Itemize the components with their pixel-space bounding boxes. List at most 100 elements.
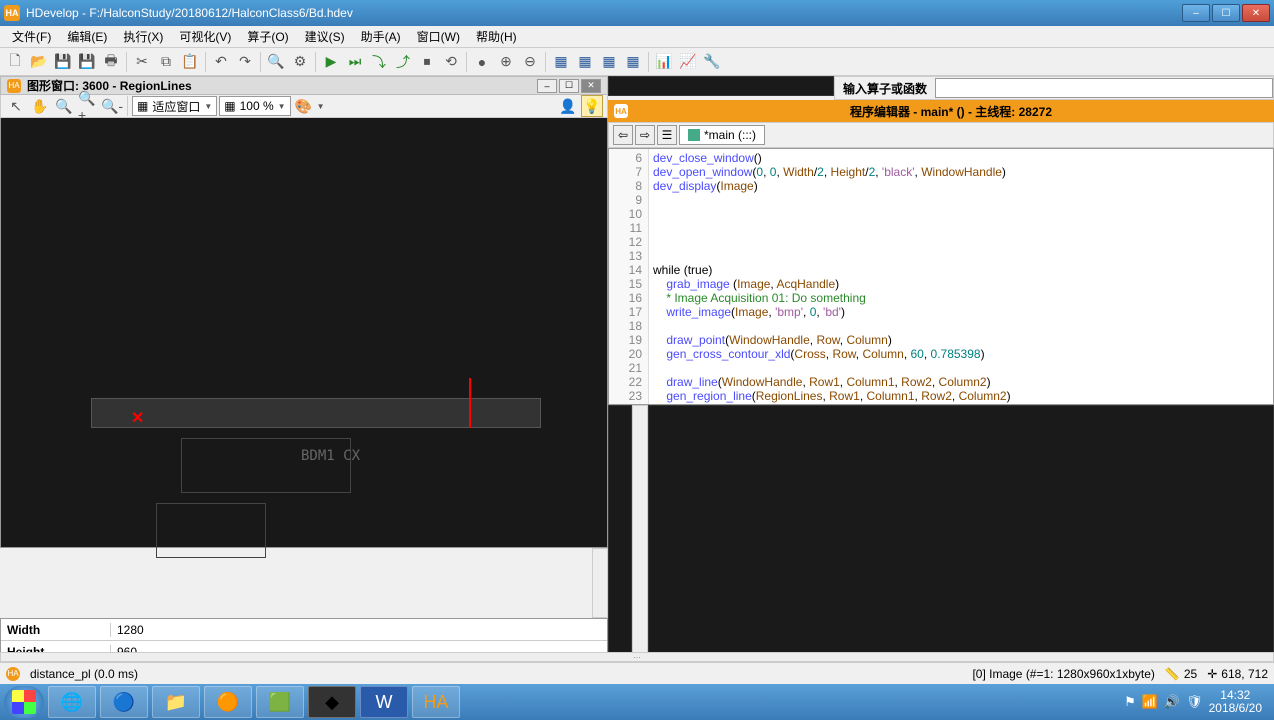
taskbar-item-word[interactable]: W — [360, 686, 408, 718]
editor-toolbar: ⇦ ⇨ ☰ *main (:::) — [608, 122, 1274, 148]
menu-visualize[interactable]: 可视化(V) — [171, 26, 239, 47]
chevron-down-icon: ▼ — [278, 102, 286, 111]
breakpoint-icon[interactable]: ● — [471, 51, 493, 73]
tray-flag-icon[interactable]: ⚑ — [1124, 694, 1136, 710]
separator — [205, 52, 206, 72]
tray-volume-icon[interactable]: 🔊 — [1164, 694, 1180, 710]
editor-titlebar[interactable]: HA 程序编辑器 - main* () - 主线程: 28272 — [608, 100, 1274, 122]
gfx-close-button[interactable]: ✕ — [581, 79, 601, 93]
graphics-icon: HA — [7, 79, 21, 93]
stop-icon[interactable]: ⏹ — [416, 51, 438, 73]
operator-input-row: 输入算子或函数 — [834, 76, 1274, 100]
vertical-scrollbar[interactable] — [632, 405, 648, 660]
tray-clock[interactable]: 14:32 2018/6/20 — [1209, 689, 1262, 715]
menu-suggestions[interactable]: 建议(S) — [297, 26, 353, 47]
maximize-button[interactable]: ☐ — [1212, 4, 1240, 22]
assist3-icon[interactable]: 🔧 — [701, 51, 723, 73]
open-icon[interactable]: 📂 — [28, 51, 50, 73]
print-icon[interactable]: 🖶 — [100, 51, 122, 73]
save-icon[interactable]: 💾 — [52, 51, 74, 73]
redo-icon[interactable]: ↷ — [234, 51, 256, 73]
nav-dropdown-button[interactable]: ☰ — [657, 125, 677, 145]
pointer-icon[interactable]: ↖ — [5, 95, 27, 117]
activate-icon[interactable]: ⊕ — [495, 51, 517, 73]
step-over-icon[interactable]: ⏭ — [344, 51, 366, 73]
separator — [126, 52, 127, 72]
graphics-canvas[interactable]: ✕ BDM1 CX — [0, 118, 608, 548]
gfx-maximize-button[interactable]: ☐ — [559, 79, 579, 93]
nav-back-button[interactable]: ⇦ — [613, 125, 633, 145]
app-icon: HA — [4, 5, 20, 21]
minimize-button[interactable]: – — [1182, 4, 1210, 22]
operator-input-field[interactable] — [935, 78, 1273, 98]
windows-taskbar: 🌐 🔵 📁 🟠 🟩 ◆ W HA ⚑ 📶 🔊 🛡 14:32 2018/6/20 — [0, 684, 1274, 720]
horizontal-splitter[interactable]: ⋯ — [0, 652, 1274, 662]
taskbar-item-media[interactable]: 🔵 — [100, 686, 148, 718]
reset-icon[interactable]: ⟲ — [440, 51, 462, 73]
close-button[interactable]: ✕ — [1242, 4, 1270, 22]
zoom-tool-icon[interactable]: 🔍 — [53, 95, 75, 117]
gfx-minimize-button[interactable]: – — [537, 79, 557, 93]
color-icon[interactable]: 🎨 — [293, 95, 315, 117]
zoom-in-icon[interactable]: 🔍+ — [77, 95, 99, 117]
taskbar-item-hdevelop[interactable]: HA — [412, 686, 460, 718]
tray-shield-icon[interactable]: 🛡 — [1186, 694, 1203, 710]
nav-forward-button[interactable]: ⇨ — [635, 125, 655, 145]
vertical-scrollbar[interactable] — [592, 548, 608, 618]
tray-network-icon[interactable]: 📶 — [1142, 694, 1158, 710]
copy-icon[interactable]: ⧉ — [155, 51, 177, 73]
taskbar-item-ie[interactable]: 🌐 — [48, 686, 96, 718]
menu-bar: 文件(F) 编辑(E) 执行(X) 可视化(V) 算子(O) 建议(S) 助手(… — [0, 26, 1274, 48]
run-icon[interactable]: ▶ — [320, 51, 342, 73]
chevron-down-icon[interactable]: ▼ — [317, 102, 325, 111]
taskbar-item-explorer[interactable]: 📁 — [152, 686, 200, 718]
editor-tab-main[interactable]: *main (:::) — [679, 125, 765, 145]
menu-operators[interactable]: 算子(O) — [239, 26, 296, 47]
zoom-out-icon[interactable]: 🔍- — [101, 95, 123, 117]
line-marker — [469, 378, 471, 428]
taskbar-item-app1[interactable]: 🟠 — [204, 686, 252, 718]
find-icon[interactable]: 🔍 — [265, 51, 287, 73]
inspect-icon[interactable]: 👤 — [557, 95, 579, 117]
undo-icon[interactable]: ↶ — [210, 51, 232, 73]
separator — [127, 96, 128, 116]
new-icon[interactable]: 🗋 — [4, 51, 26, 73]
window2-icon[interactable]: ▦ — [574, 51, 596, 73]
prop-key: Width — [1, 623, 111, 637]
settings-icon[interactable]: ⚙ — [289, 51, 311, 73]
assist1-icon[interactable]: 📊 — [653, 51, 675, 73]
taskbar-item-app3[interactable]: ◆ — [308, 686, 356, 718]
assist2-icon[interactable]: 📈 — [677, 51, 699, 73]
fit-window-dropdown[interactable]: ▦ 适应窗口 ▼ — [132, 96, 217, 116]
main-toolbar: 🗋 📂 💾 💾 🖶 ✂ ⧉ 📋 ↶ ↷ 🔍 ⚙ ▶ ⏭ ⤵ ⤴ ⏹ ⟲ ● ⊕ … — [0, 48, 1274, 76]
menu-file[interactable]: 文件(F) — [4, 26, 59, 47]
window3-icon[interactable]: ▦ — [598, 51, 620, 73]
bulb-icon[interactable]: 💡 — [581, 95, 603, 117]
taskbar-item-app2[interactable]: 🟩 — [256, 686, 304, 718]
system-tray[interactable]: ⚑ 📶 🔊 🛡 14:32 2018/6/20 — [1116, 689, 1270, 715]
code-content[interactable]: dev_close_window()dev_open_window(0, 0, … — [649, 149, 1273, 404]
menu-window[interactable]: 窗口(W) — [409, 26, 468, 47]
step-into-icon[interactable]: ⤵ — [368, 51, 390, 73]
status-bar: HA distance_pl (0.0 ms) [0] Image (#=1: … — [0, 662, 1274, 684]
step-out-icon[interactable]: ⤴ — [392, 51, 414, 73]
prop-value: 1280 — [111, 623, 607, 637]
code-editor[interactable]: 6789101112131415161718192021222324252627… — [608, 148, 1274, 405]
menu-help[interactable]: 帮助(H) — [468, 26, 525, 47]
menu-execute[interactable]: 执行(X) — [115, 26, 171, 47]
cut-icon[interactable]: ✂ — [131, 51, 153, 73]
zoom-level-dropdown[interactable]: ▦ 100 % ▼ — [219, 96, 290, 116]
start-button[interactable] — [4, 686, 44, 718]
menu-edit[interactable]: 编辑(E) — [59, 26, 115, 47]
chevron-down-icon: ▼ — [204, 102, 212, 111]
editor-icon: HA — [614, 104, 628, 118]
save-all-icon[interactable]: 💾 — [76, 51, 98, 73]
menu-assistants[interactable]: 助手(A) — [353, 26, 409, 47]
paste-icon[interactable]: 📋 — [179, 51, 201, 73]
hand-icon[interactable]: ✋ — [29, 95, 51, 117]
image-icon: ▦ — [224, 99, 235, 113]
window4-icon[interactable]: ▦ — [622, 51, 644, 73]
deactivate-icon[interactable]: ⊖ — [519, 51, 541, 73]
window1-icon[interactable]: ▦ — [550, 51, 572, 73]
table-row[interactable]: Width1280 — [1, 619, 607, 641]
